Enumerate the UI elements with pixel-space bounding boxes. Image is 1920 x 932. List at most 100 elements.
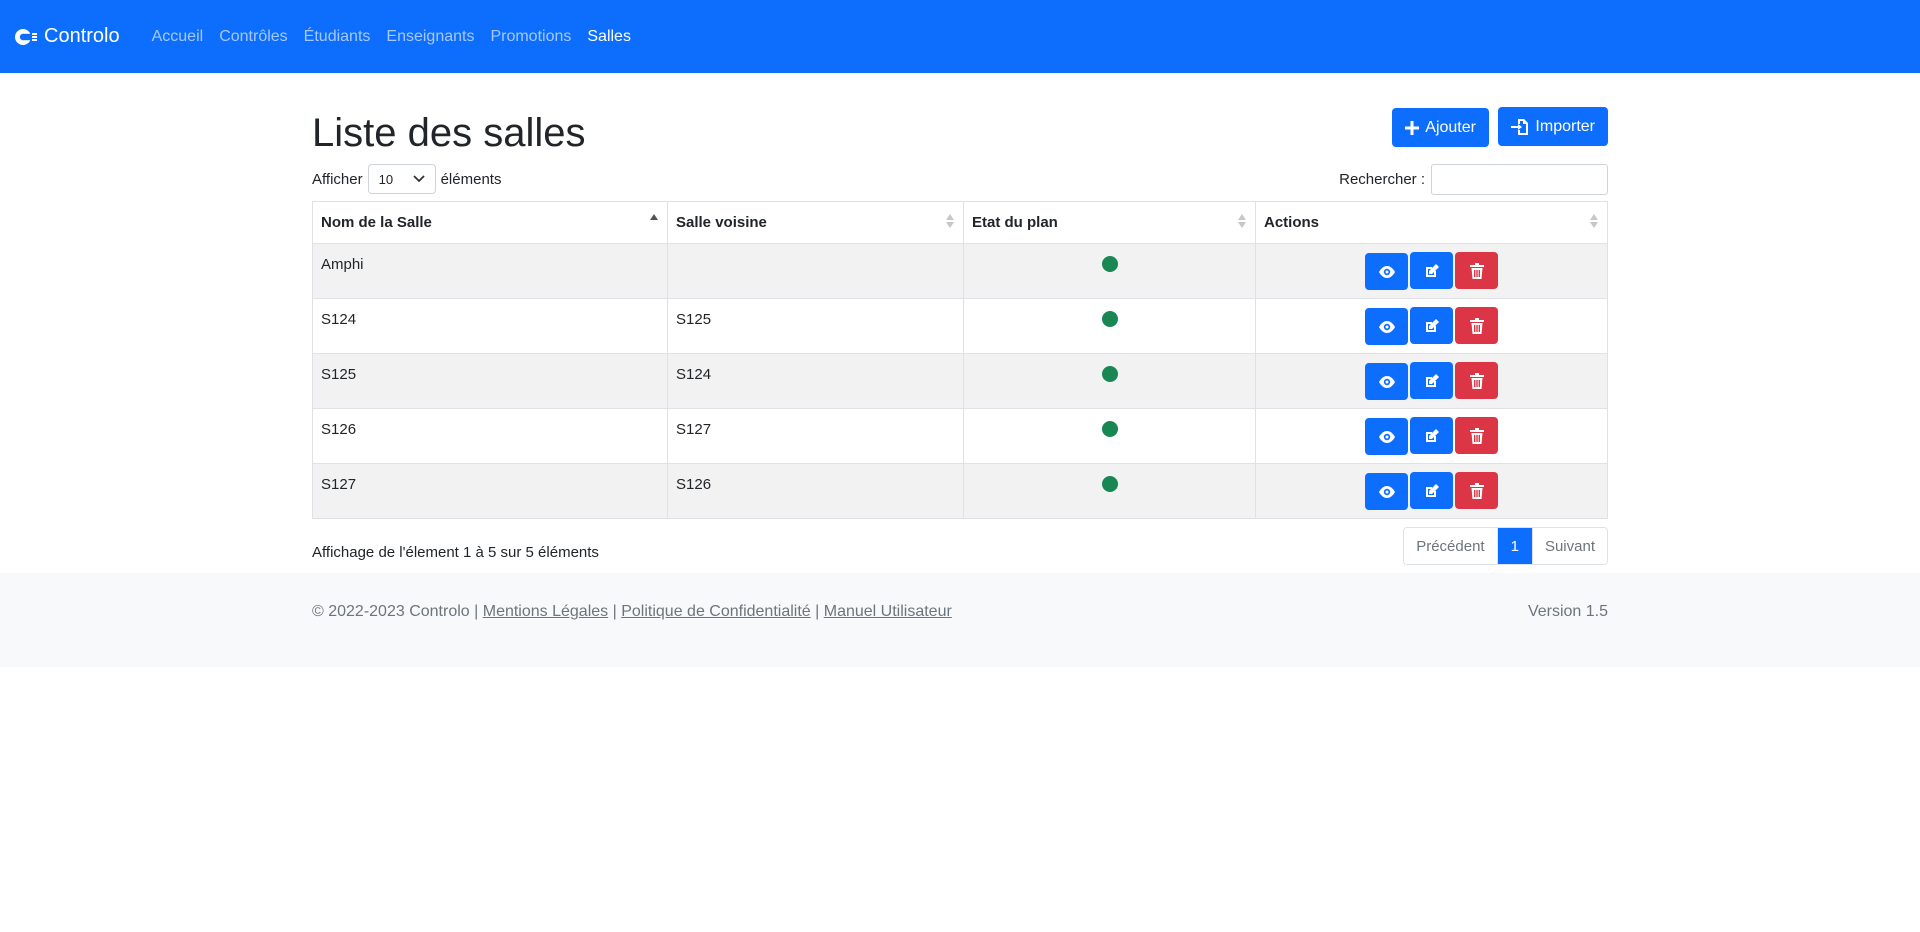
pagination-page-1[interactable]: 1 xyxy=(1496,528,1532,564)
cell-neighbor xyxy=(667,243,964,299)
rooms-table: Nom de la Salle Salle voisine Etat du pl… xyxy=(312,201,1608,519)
cell-actions xyxy=(1255,298,1608,354)
controlo-logo-icon xyxy=(15,28,37,45)
view-button[interactable] xyxy=(1365,363,1408,400)
col-header-name-label: Nom de la Salle xyxy=(321,214,432,231)
import-button-label: Importer xyxy=(1535,117,1595,135)
link-politique-confidentialite[interactable]: Politique de Confidentialité xyxy=(621,603,810,620)
edit-icon xyxy=(1425,263,1439,277)
edit-button[interactable] xyxy=(1410,362,1453,399)
sort-icon xyxy=(1590,214,1598,228)
footer-links: © 2022-2023 Controlo | Mentions Légales … xyxy=(312,603,952,621)
brand[interactable]: Controlo xyxy=(14,25,120,48)
table-info: Affichage de l'élement 1 à 5 sur 5 éléme… xyxy=(312,543,599,561)
eye-icon xyxy=(1378,485,1395,498)
edit-button[interactable] xyxy=(1410,472,1453,509)
view-button[interactable] xyxy=(1365,473,1408,510)
cell-room-name: S126 xyxy=(312,408,668,464)
cell-neighbor: S127 xyxy=(667,408,964,464)
version: Version 1.5 xyxy=(1527,603,1608,620)
cell-actions xyxy=(1255,243,1608,299)
delete-button[interactable] xyxy=(1455,307,1498,344)
delete-button[interactable] xyxy=(1455,362,1498,399)
edit-icon xyxy=(1425,373,1439,387)
nav-etudiants[interactable]: Étudiants xyxy=(304,28,371,46)
cell-plan-status xyxy=(963,408,1256,464)
cell-neighbor: S125 xyxy=(667,298,964,354)
cell-plan-status xyxy=(963,298,1256,354)
cell-actions xyxy=(1255,353,1608,409)
edit-button[interactable] xyxy=(1410,417,1453,454)
col-header-neighbor[interactable]: Salle voisine xyxy=(667,201,964,244)
table-body: Amphi S124 S125 S125 S124 S126 S127 S127 S126 xyxy=(312,243,1608,519)
col-header-status[interactable]: Etat du plan xyxy=(963,201,1256,244)
link-manuel-utilisateur[interactable]: Manuel Utilisateur xyxy=(824,603,952,620)
sort-asc-icon xyxy=(650,214,658,222)
trash-icon xyxy=(1469,317,1484,334)
nav-enseignants[interactable]: Enseignants xyxy=(386,28,474,46)
trash-icon xyxy=(1469,427,1484,444)
plus-icon xyxy=(1405,120,1420,135)
col-header-status-label: Etat du plan xyxy=(972,214,1058,231)
col-header-actions-label: Actions xyxy=(1264,214,1320,231)
col-header-actions[interactable]: Actions xyxy=(1255,201,1608,244)
status-dot xyxy=(1101,421,1118,437)
pagination-previous[interactable]: Précédent xyxy=(1404,528,1497,564)
sort-icon xyxy=(946,214,954,228)
nav-controles[interactable]: Contrôles xyxy=(219,28,287,46)
page-size-select[interactable]: 10 xyxy=(367,164,436,194)
edit-icon xyxy=(1425,318,1439,332)
nav-promotions[interactable]: Promotions xyxy=(490,28,571,46)
view-button[interactable] xyxy=(1365,418,1408,455)
delete-button[interactable] xyxy=(1455,472,1498,509)
cell-room-name: Amphi xyxy=(312,243,668,299)
eye-icon xyxy=(1378,265,1395,278)
link-mentions-legales[interactable]: Mentions Légales xyxy=(483,603,608,620)
nav-accueil[interactable]: Accueil xyxy=(152,28,204,46)
add-button[interactable]: Ajouter xyxy=(1392,108,1489,147)
eye-icon xyxy=(1378,320,1395,333)
eye-icon xyxy=(1378,430,1395,443)
col-header-neighbor-label: Salle voisine xyxy=(676,214,767,231)
search-input[interactable] xyxy=(1431,163,1608,195)
brand-name: Controlo xyxy=(44,25,120,47)
view-button[interactable] xyxy=(1365,308,1408,345)
footer-separator: | xyxy=(815,603,820,620)
footer-separator: | xyxy=(612,603,617,620)
page-footer: © 2022-2023 Controlo | Mentions Légales … xyxy=(0,573,1920,667)
edit-icon xyxy=(1425,483,1439,497)
cell-plan-status xyxy=(963,243,1256,299)
table-row: S124 S125 xyxy=(312,298,1608,354)
page-size-value: 10 xyxy=(378,171,394,187)
col-header-name[interactable]: Nom de la Salle xyxy=(312,201,668,244)
table-row: Amphi xyxy=(312,243,1608,299)
show-label: Afficher xyxy=(312,170,363,188)
delete-button[interactable] xyxy=(1455,252,1498,289)
import-button[interactable]: Importer xyxy=(1498,107,1608,146)
edit-button[interactable] xyxy=(1410,252,1453,289)
eye-icon xyxy=(1378,375,1395,388)
pagination-next[interactable]: Suivant xyxy=(1531,528,1607,564)
table-row: S126 S127 xyxy=(312,408,1608,464)
copyright: © 2022-2023 Controlo | xyxy=(312,603,479,620)
table-row: S127 S126 xyxy=(312,463,1608,519)
cell-plan-status xyxy=(963,463,1256,519)
status-dot xyxy=(1101,311,1118,327)
search-control: Rechercher : xyxy=(1339,163,1608,195)
cell-neighbor: S124 xyxy=(667,353,964,409)
sort-icon xyxy=(1238,214,1246,228)
file-import-icon xyxy=(1511,118,1529,135)
edit-button[interactable] xyxy=(1410,307,1453,344)
nav-salles[interactable]: Salles xyxy=(587,28,631,46)
navbar: Controlo Accueil Contrôles Étudiants Ens… xyxy=(0,0,1920,73)
delete-button[interactable] xyxy=(1455,417,1498,454)
view-button[interactable] xyxy=(1365,253,1408,290)
table-footer: Affichage de l'élement 1 à 5 sur 5 éléme… xyxy=(312,527,1608,565)
chevron-down-icon xyxy=(412,175,425,183)
cell-actions xyxy=(1255,463,1608,519)
title-row: Liste des salles Ajouter Importer xyxy=(312,107,1608,161)
trash-icon xyxy=(1469,372,1484,389)
cell-room-name: S124 xyxy=(312,298,668,354)
trash-icon xyxy=(1469,482,1484,499)
edit-icon xyxy=(1425,428,1439,442)
